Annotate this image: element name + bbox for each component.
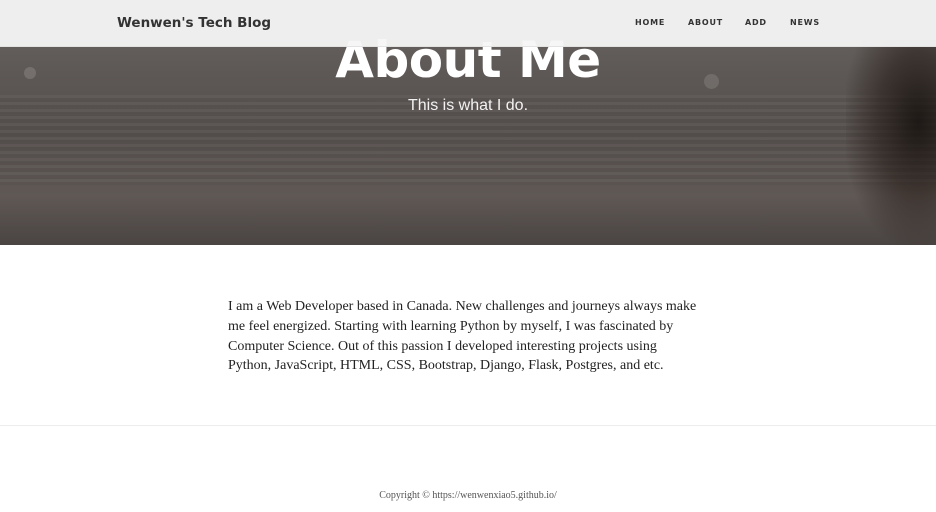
about-paragraph: I am a Web Developer based in Canada. Ne… [228, 299, 697, 374]
footer-divider [0, 425, 936, 426]
nav-link-news[interactable]: NEWS [790, 16, 820, 30]
navbar: Wenwen's Tech Blog HOME ABOUT ADD NEWS [0, 0, 936, 47]
page-subtitle: This is what I do. [407, 97, 529, 114]
nav-link-about[interactable]: ABOUT [688, 16, 723, 30]
nav-link-add[interactable]: ADD [745, 16, 767, 30]
footer: Copyright © https://wenwenxiao5.github.i… [0, 489, 936, 503]
copyright-text: Copyright © https://wenwenxiao5.github.i… [379, 490, 557, 501]
nav-link-home[interactable]: HOME [635, 16, 665, 30]
nav-links: HOME ABOUT ADD NEWS [0, 16, 936, 30]
